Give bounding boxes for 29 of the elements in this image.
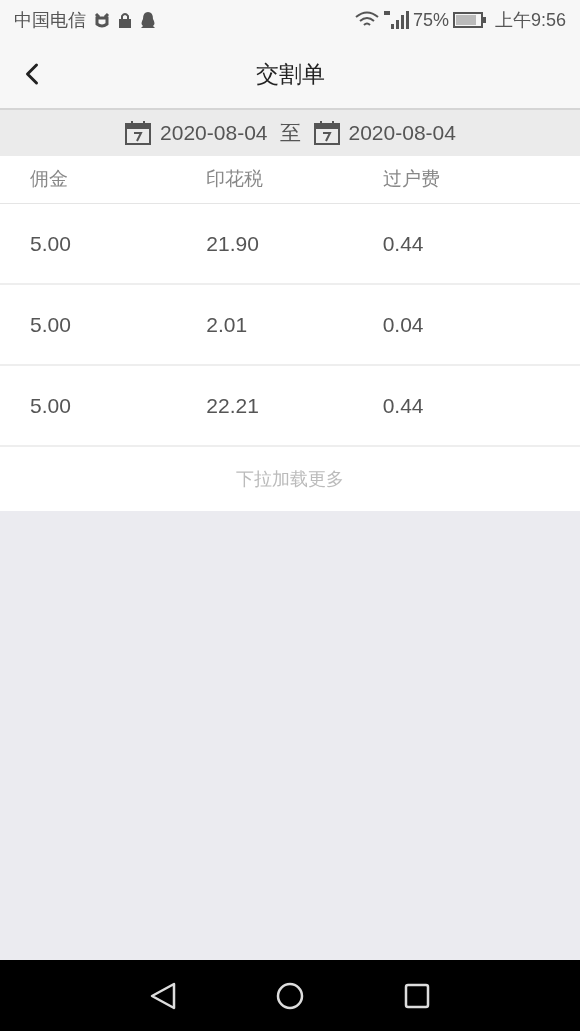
recents-square-icon[interactable] <box>404 982 430 1009</box>
calendar-icon <box>312 120 341 146</box>
page-title: 交割单 <box>255 59 325 89</box>
table-cell-text: 0.44 <box>382 230 425 257</box>
table-cell-text: 5.00 <box>30 230 72 257</box>
table-cell-text: 0.44 <box>382 392 425 419</box>
column-header: 过户费 <box>382 167 441 192</box>
lock-icon <box>118 12 132 28</box>
clock-time: 上午9:56 <box>494 8 566 32</box>
battery-icon <box>452 12 487 28</box>
table-cell-text: 22.21 <box>206 392 260 419</box>
table-cell-text: 2.01 <box>206 311 249 338</box>
range-separator: 至 <box>279 120 301 147</box>
signal-icon <box>382 10 409 30</box>
table-cell-text: 5.00 <box>30 392 72 419</box>
table-cell-text: 0.04 <box>382 311 425 338</box>
carrier-name: 中国电信 <box>14 8 86 32</box>
column-header: 印花税 <box>206 167 265 192</box>
load-more-hint: 下拉加载更多 <box>236 467 344 491</box>
battery-percent: 75% <box>412 8 449 32</box>
table-cell-text: 21.90 <box>206 230 260 257</box>
date-range-bar[interactable]: 2020-08-04 至 2020-08-04 <box>0 110 580 156</box>
home-circle-icon[interactable] <box>276 981 304 1010</box>
back-triangle-icon[interactable] <box>150 981 176 1010</box>
column-header: 佣金 <box>30 167 69 192</box>
calendar-icon <box>124 120 153 146</box>
table-cell-text: 5.00 <box>30 311 72 338</box>
end-date[interactable]: 2020-08-04 <box>348 117 456 149</box>
start-date[interactable]: 2020-08-04 <box>160 117 268 149</box>
